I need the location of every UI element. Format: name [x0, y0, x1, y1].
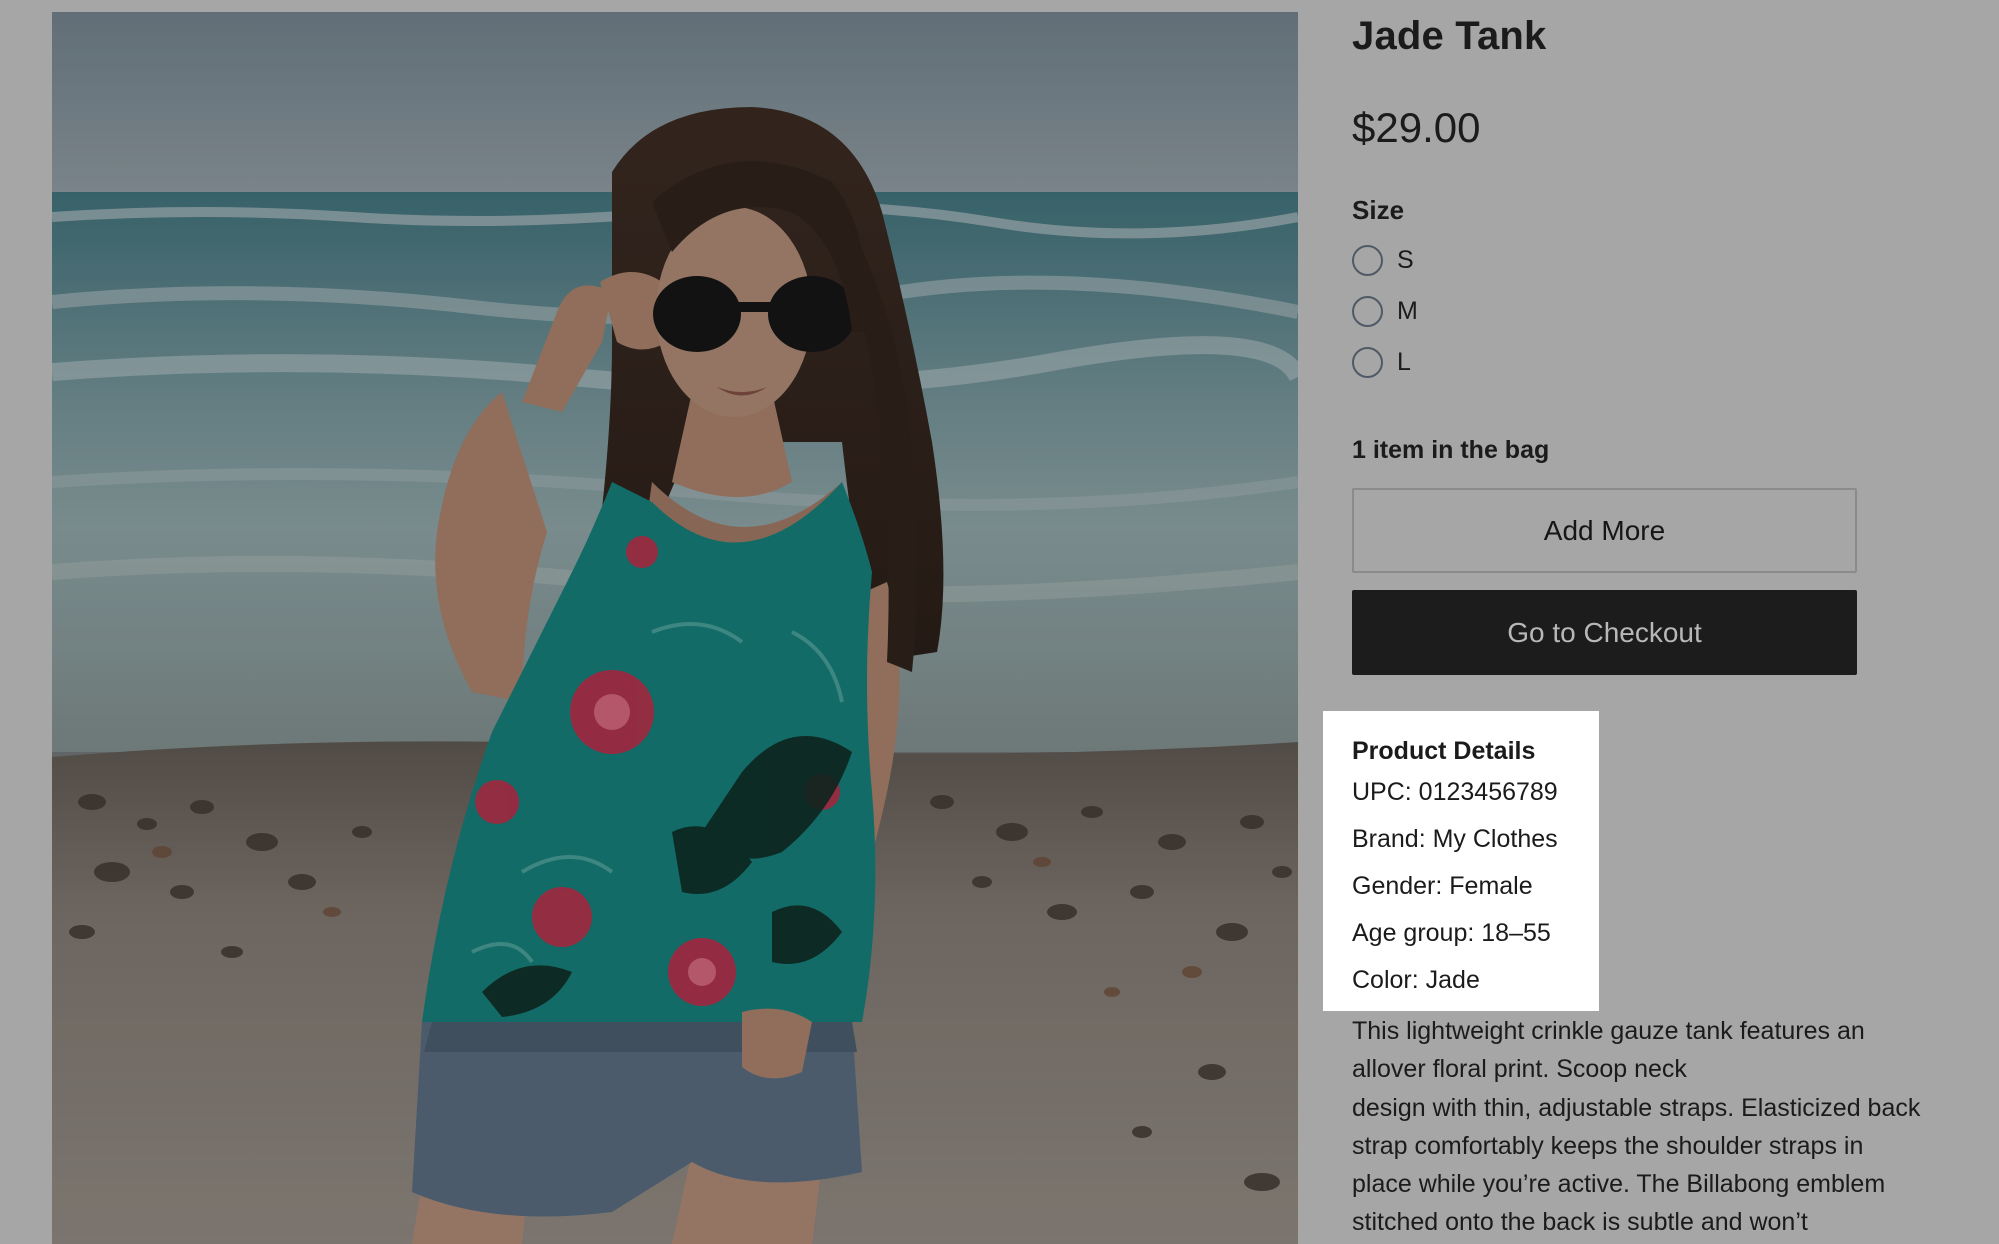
detail-gender: Gender: Female [1352, 872, 1533, 900]
size-option-s[interactable]: S [1352, 243, 1512, 277]
detail-brand: Brand: My Clothes [1352, 825, 1558, 853]
description-line: place while you’re active. The Billabong… [1352, 1170, 1886, 1199]
size-option-m[interactable]: M [1352, 294, 1512, 328]
size-radio-l[interactable] [1352, 346, 1383, 378]
detail-age-group: Age group: 18–55 [1352, 919, 1551, 947]
size-option-label: S [1397, 245, 1414, 274]
product-image [52, 12, 1298, 1244]
product-description: This lightweight crinkle gauze tank feat… [1352, 1012, 1972, 1242]
product-page: Jade Tank $29.00 Size S M L 1 item in th… [0, 0, 1999, 1244]
bag-count-text: 1 item in the bag [1352, 436, 1550, 464]
detail-color: Color: Jade [1352, 966, 1480, 994]
description-line: strap comfortably keeps the shoulder str… [1352, 1131, 1864, 1160]
product-title: Jade Tank [1352, 14, 1547, 58]
size-radio-m[interactable] [1352, 295, 1383, 327]
size-option-label: L [1397, 347, 1411, 376]
description-line: design with thin, adjustable straps. Ela… [1352, 1093, 1921, 1122]
detail-upc: UPC: 0123456789 [1352, 778, 1558, 806]
product-price: $29.00 [1352, 104, 1481, 151]
size-label: Size [1352, 195, 1405, 225]
size-option-l[interactable]: L [1352, 345, 1512, 379]
description-line: This lightweight crinkle gauze tank feat… [1352, 1017, 1865, 1045]
add-more-button[interactable]: Add More [1352, 488, 1857, 573]
size-option-label: M [1397, 296, 1418, 325]
product-details-title: Product Details [1352, 737, 1536, 765]
description-line: stitched onto the back is subtle and won… [1352, 1208, 1808, 1237]
product-details-panel: Product Details UPC: 0123456789 Brand: M… [1323, 711, 1599, 1011]
checkout-button[interactable]: Go to Checkout [1352, 590, 1857, 675]
description-line: allover floral print. Scoop neck [1352, 1055, 1687, 1084]
size-radio-s[interactable] [1352, 244, 1383, 276]
